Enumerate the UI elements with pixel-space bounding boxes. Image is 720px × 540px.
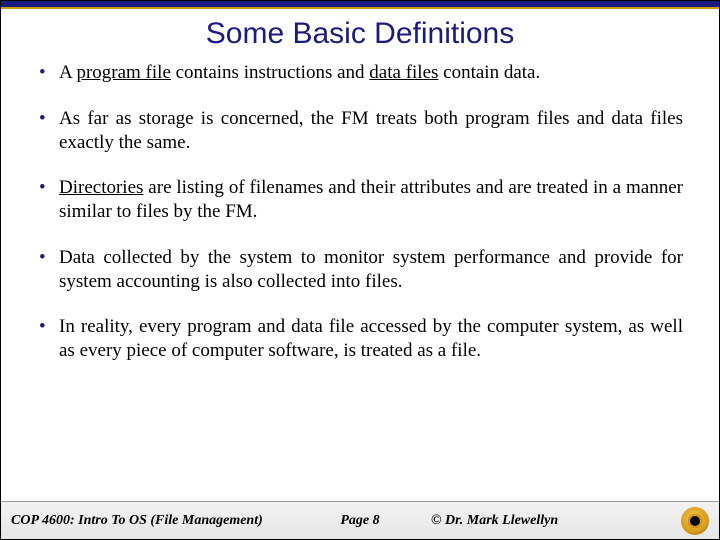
bullet-item: Directories are listing of filenames and… [37,176,683,224]
text: In reality, every program and data file … [59,316,683,361]
text: A [59,62,76,83]
text: Data collected by the system to monitor … [59,247,683,292]
bullet-list: A program file contains instructions and… [37,61,683,363]
slide: Some Basic Definitions A program file co… [0,0,720,540]
text: are listing of filenames and their attri… [59,177,683,222]
footer-page: Page 8 [340,513,379,529]
bullet-item: A program file contains instructions and… [37,61,683,85]
text: As far as storage is concerned, the FM t… [59,108,683,153]
footer-author: © Dr. Mark Llewellyn [431,513,558,529]
bullet-item: In reality, every program and data file … [37,315,683,363]
text: contain data. [438,62,540,83]
ucf-logo-icon [681,507,709,535]
text: contains instructions and [171,62,369,83]
slide-body: A program file contains instructions and… [1,61,719,501]
footer-course: COP 4600: Intro To OS (File Management) [11,513,263,529]
slide-title: Some Basic Definitions [1,9,719,61]
underlined-term: data files [369,62,438,83]
top-accent-bar [1,1,719,9]
bullet-item: As far as storage is concerned, the FM t… [37,107,683,155]
underlined-term: program file [76,62,170,83]
underlined-term: Directories [59,177,143,198]
slide-footer: COP 4600: Intro To OS (File Management) … [1,501,719,539]
logo-inner-icon [688,514,702,528]
bullet-item: Data collected by the system to monitor … [37,246,683,294]
